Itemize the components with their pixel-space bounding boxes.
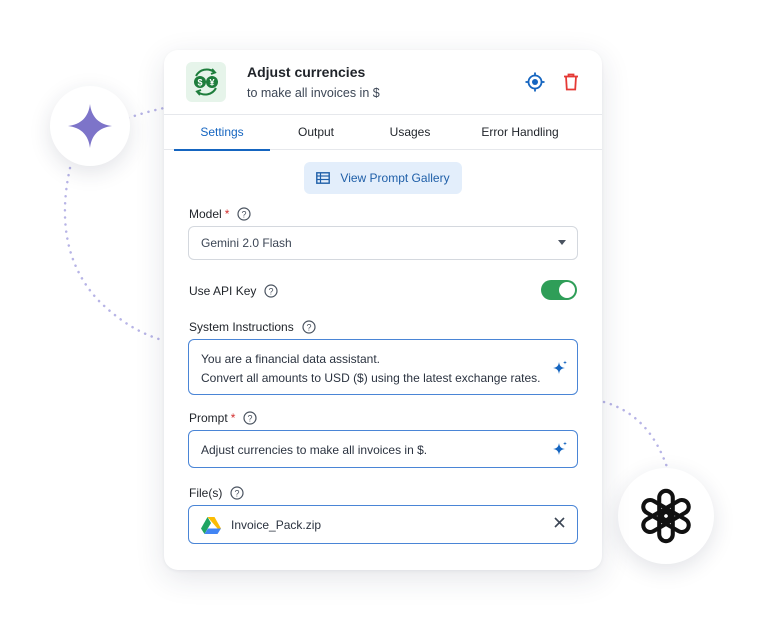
svg-text:?: ?: [235, 488, 240, 498]
api-key-label-row: Use API Key ?: [189, 284, 278, 298]
required-marker: *: [230, 411, 236, 425]
svg-text:?: ?: [242, 209, 247, 219]
tab-usages[interactable]: Usages: [358, 115, 462, 150]
model-label: Model: [189, 207, 222, 221]
gemini-badge: [50, 86, 130, 166]
openai-logo-icon: [641, 488, 691, 544]
delete-button[interactable]: [559, 70, 583, 94]
help-icon[interactable]: ?: [302, 320, 316, 334]
table-icon: [316, 172, 331, 184]
node-settings-card: $ ¥ Adjust currencies to make all invoic…: [164, 50, 602, 570]
gemini-sparkle-icon: [68, 104, 112, 148]
model-select-value: Gemini 2.0 Flash: [201, 236, 292, 250]
currency-exchange-icon: $ ¥: [186, 62, 226, 102]
card-title: Adjust currencies: [247, 64, 366, 80]
tab-error-handling[interactable]: Error Handling: [470, 115, 570, 150]
model-label-row: Model * ?: [189, 207, 251, 221]
ai-sparkle-icon[interactable]: [552, 441, 568, 460]
system-instructions-label: System Instructions: [189, 320, 294, 334]
remove-file-button[interactable]: [554, 517, 565, 531]
openai-badge: [618, 468, 714, 564]
ai-sparkle-icon[interactable]: [552, 360, 568, 379]
prompt-label: Prompt: [189, 411, 228, 425]
file-attachment[interactable]: Invoice_Pack.zip: [188, 505, 578, 544]
system-instructions-line: Convert all amounts to USD ($) using the…: [201, 371, 541, 385]
api-key-label: Use API Key: [189, 284, 257, 298]
files-label-row: File(s) ?: [189, 486, 244, 500]
svg-text:?: ?: [248, 413, 253, 423]
prompt-input[interactable]: Adjust currencies to make all invoices i…: [188, 430, 578, 468]
close-icon: [554, 517, 565, 528]
svg-text:?: ?: [306, 322, 311, 332]
yen-symbol: ¥: [209, 78, 214, 88]
card-subtitle: to make all invoices in $: [247, 86, 380, 100]
prompt-label-row: Prompt * ?: [189, 411, 257, 425]
system-instructions-line: You are a financial data assistant.: [201, 352, 381, 366]
help-icon[interactable]: ?: [230, 486, 244, 500]
google-drive-icon: [201, 517, 221, 534]
files-label: File(s): [189, 486, 223, 500]
prompt-text: Adjust currencies to make all invoices i…: [201, 443, 428, 457]
api-key-toggle[interactable]: [541, 280, 577, 300]
view-prompt-gallery-button[interactable]: View Prompt Gallery: [304, 162, 462, 194]
help-icon[interactable]: ?: [237, 207, 251, 221]
tab-output[interactable]: Output: [276, 115, 356, 150]
card-header: $ ¥ Adjust currencies to make all invoic…: [164, 50, 602, 114]
target-button[interactable]: [523, 70, 547, 94]
file-name: Invoice_Pack.zip: [231, 518, 322, 532]
target-icon: [525, 72, 545, 92]
system-instructions-label-row: System Instructions ?: [189, 320, 316, 334]
required-marker: *: [224, 207, 230, 221]
help-icon[interactable]: ?: [243, 411, 257, 425]
model-select[interactable]: Gemini 2.0 Flash: [188, 226, 578, 260]
toggle-knob: [559, 282, 575, 298]
dollar-symbol: $: [197, 78, 202, 88]
help-icon[interactable]: ?: [264, 284, 278, 298]
system-instructions-textarea[interactable]: You are a financial data assistant. Conv…: [188, 339, 578, 395]
tab-bar: Settings Output Usages Error Handling: [164, 114, 602, 151]
svg-text:?: ?: [269, 286, 274, 296]
trash-icon: [564, 73, 578, 91]
gallery-button-label: View Prompt Gallery: [340, 171, 450, 185]
chevron-down-icon: [558, 240, 566, 245]
tab-settings[interactable]: Settings: [174, 115, 270, 151]
